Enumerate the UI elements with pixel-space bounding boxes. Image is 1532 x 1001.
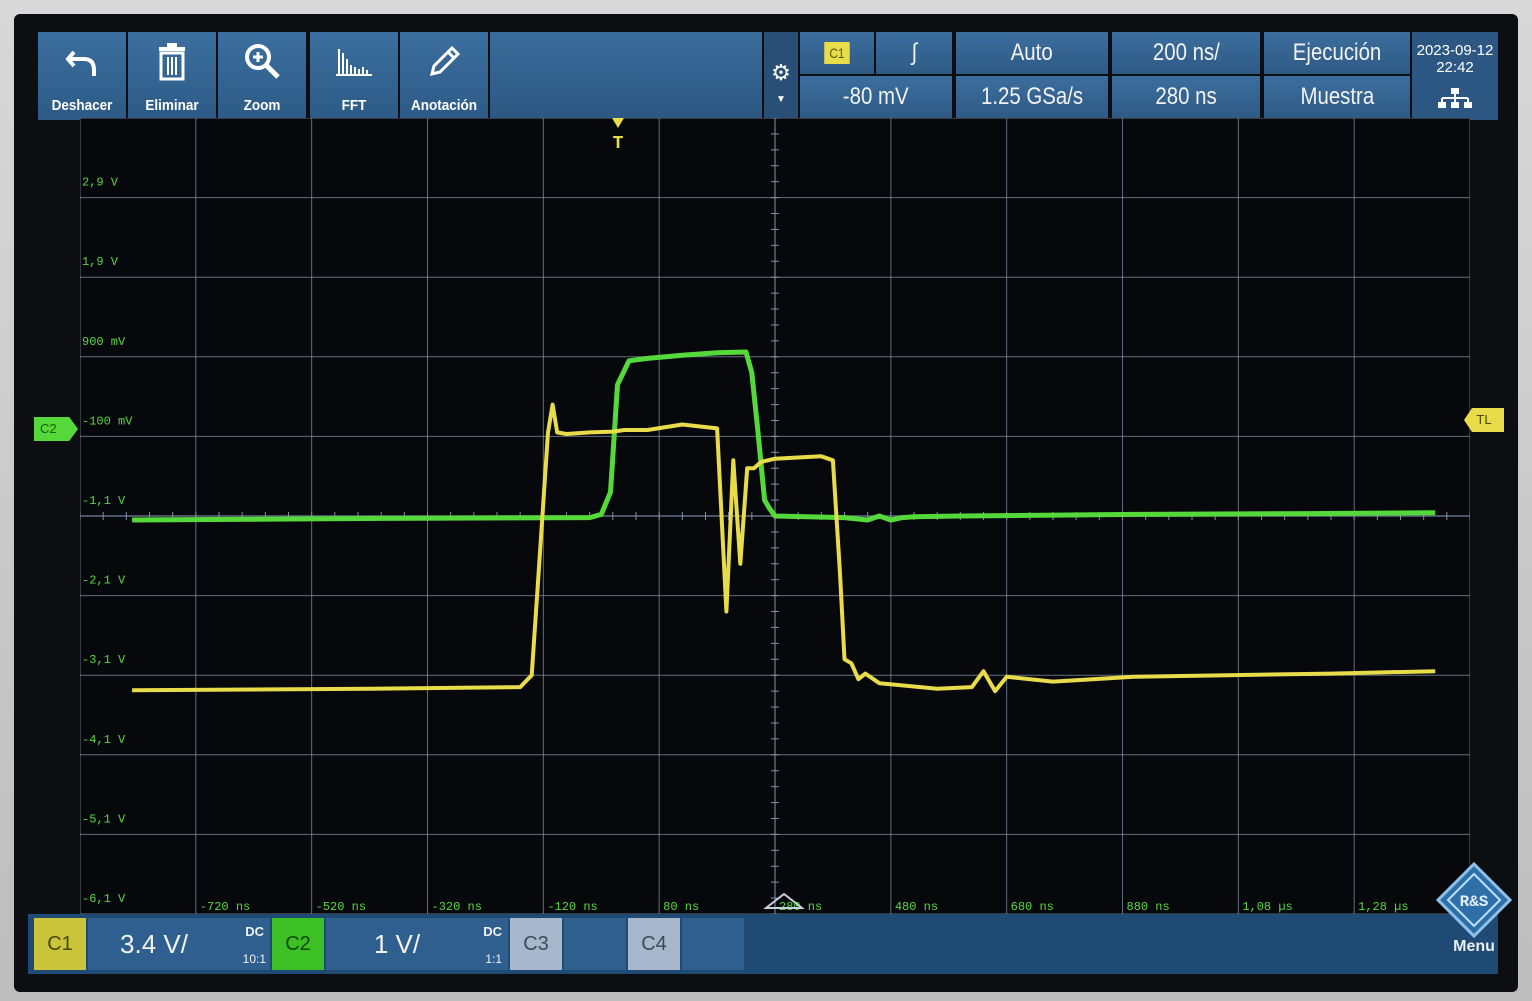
y-tick-label: -1,1 V	[82, 494, 126, 508]
x-tick-label: 1,08 µs	[1242, 900, 1292, 914]
horizontal-position-value: 280 ns	[1155, 83, 1217, 110]
sample-rate[interactable]: 1.25 GSa/s	[956, 76, 1108, 118]
undo-icon	[38, 42, 126, 82]
time-text: 22:42	[1436, 59, 1474, 76]
settings-button[interactable]: ⚙ ▼	[764, 32, 798, 120]
trigger-source[interactable]: C1	[800, 32, 874, 74]
oscilloscope-screen: Deshacer Eliminar Zoom FFT Anotación ⚙ ▼…	[14, 14, 1518, 992]
y-tick-label: 2,9 V	[82, 176, 119, 190]
waveform-display[interactable]: 2,9 V 1,9 V 900 mV -100 mV -1,1 V -2,1 V -3,1 …	[80, 118, 1470, 914]
chevron-down-icon: ▼	[776, 94, 786, 105]
c2-offset-marker-label: C2	[40, 421, 57, 436]
trigger-level[interactable]: -80 mV	[800, 76, 952, 118]
c2-probe: 1:1	[485, 952, 502, 966]
pencil-icon	[400, 42, 488, 82]
undo-label: Deshacer	[51, 97, 113, 114]
x-tick-label: -720 ns	[200, 900, 250, 914]
x-tick-label: -120 ns	[547, 900, 597, 914]
rising-edge-icon: ∫	[911, 39, 917, 66]
x-tick-label: 480 ns	[895, 900, 938, 914]
c1-name: C1	[47, 932, 73, 955]
y-tick-label: -6,1 V	[82, 892, 126, 906]
horizontal-position[interactable]: 280 ns	[1112, 76, 1260, 118]
y-tick-label: -3,1 V	[82, 653, 126, 667]
date-text: 2023-09-12	[1416, 42, 1494, 59]
svg-text:T: T	[613, 134, 624, 154]
gear-icon: ⚙	[771, 60, 791, 85]
c2-coupling: DC	[483, 924, 502, 939]
c1-channel-button[interactable]: C1	[34, 918, 86, 970]
c1-probe: 10:1	[242, 952, 266, 966]
fft-icon	[310, 42, 398, 82]
annotation-label: Anotación	[410, 97, 478, 114]
c3-channel-button[interactable]: C3	[510, 918, 562, 970]
menu-logo-text: R&S	[1460, 893, 1489, 911]
c4-channel-button[interactable]: C4	[628, 918, 680, 970]
toolbar-empty-area	[490, 32, 762, 120]
x-tick-label: 680 ns	[1011, 900, 1054, 914]
y-tick-label: 1,9 V	[82, 255, 119, 269]
c2-offset-marker[interactable]: C2	[34, 417, 78, 441]
time-scale-value: 200 ns/	[1152, 39, 1220, 66]
trigger-level-marker-label: TL	[1476, 412, 1492, 427]
c1-coupling: DC	[245, 924, 264, 939]
trigger-slope[interactable]: ∫	[876, 32, 952, 74]
trigger-mode-value: Auto	[1011, 39, 1053, 66]
x-tick-label: -320 ns	[432, 900, 482, 914]
c2-name: C2	[285, 932, 311, 955]
acquisition-mode-value: Muestra	[1300, 83, 1374, 110]
c2-scale: 1 V/	[373, 928, 421, 959]
trigger-level-value: -80 mV	[843, 83, 909, 110]
y-tick-label: -4,1 V	[82, 733, 126, 747]
c1-settings[interactable]: 3.4 V/ DC 10:1	[88, 918, 270, 970]
sample-rate-value: 1.25 GSa/s	[980, 83, 1084, 110]
x-tick-label: -520 ns	[316, 900, 366, 914]
time-scale[interactable]: 200 ns/	[1112, 32, 1260, 74]
network-icon	[1412, 88, 1498, 112]
acquisition-mode[interactable]: Muestra	[1264, 76, 1410, 118]
c3-name: C3	[523, 932, 549, 955]
run-state[interactable]: Ejecución	[1264, 32, 1410, 74]
y-tick-label: -100 mV	[82, 414, 133, 428]
fft-label: FFT	[341, 97, 367, 114]
c4-settings[interactable]	[682, 918, 744, 970]
zoom-label: Zoom	[243, 97, 281, 114]
y-tick-label: -5,1 V	[82, 812, 126, 826]
datetime-panel: 2023-09-12 22:42	[1412, 32, 1498, 120]
c3-settings[interactable]	[564, 918, 626, 970]
x-tick-label: 1,28 µs	[1358, 900, 1408, 914]
trigger-level-marker[interactable]: TL	[1464, 408, 1504, 432]
c1-scale: 3.4 V/	[120, 928, 188, 959]
y-tick-label: 900 mV	[82, 335, 126, 349]
c4-name: C4	[641, 932, 667, 955]
run-state-value: Ejecución	[1292, 39, 1382, 66]
x-tick-label: 880 ns	[1127, 900, 1170, 914]
menu-button[interactable]: R&S Menu	[1434, 860, 1514, 970]
annotation-button[interactable]: Anotación	[400, 32, 488, 120]
menu-label: Menu	[1453, 938, 1495, 955]
zoom-icon	[218, 42, 306, 82]
fft-button[interactable]: FFT	[310, 32, 398, 120]
y-tick-label: -2,1 V	[82, 574, 126, 588]
trigger-source-badge: C1	[824, 42, 850, 64]
delete-button[interactable]: Eliminar	[128, 32, 216, 120]
undo-button[interactable]: Deshacer	[38, 32, 126, 120]
trash-icon	[128, 42, 216, 82]
rs-logo-icon: R&S	[1435, 861, 1513, 939]
c2-settings[interactable]: 1 V/ DC 1:1	[326, 918, 508, 970]
zoom-button[interactable]: Zoom	[218, 32, 306, 120]
trigger-mode[interactable]: Auto	[956, 32, 1108, 74]
delete-label: Eliminar	[145, 97, 199, 114]
c2-channel-button[interactable]: C2	[272, 918, 324, 970]
x-tick-label: 80 ns	[663, 900, 699, 914]
